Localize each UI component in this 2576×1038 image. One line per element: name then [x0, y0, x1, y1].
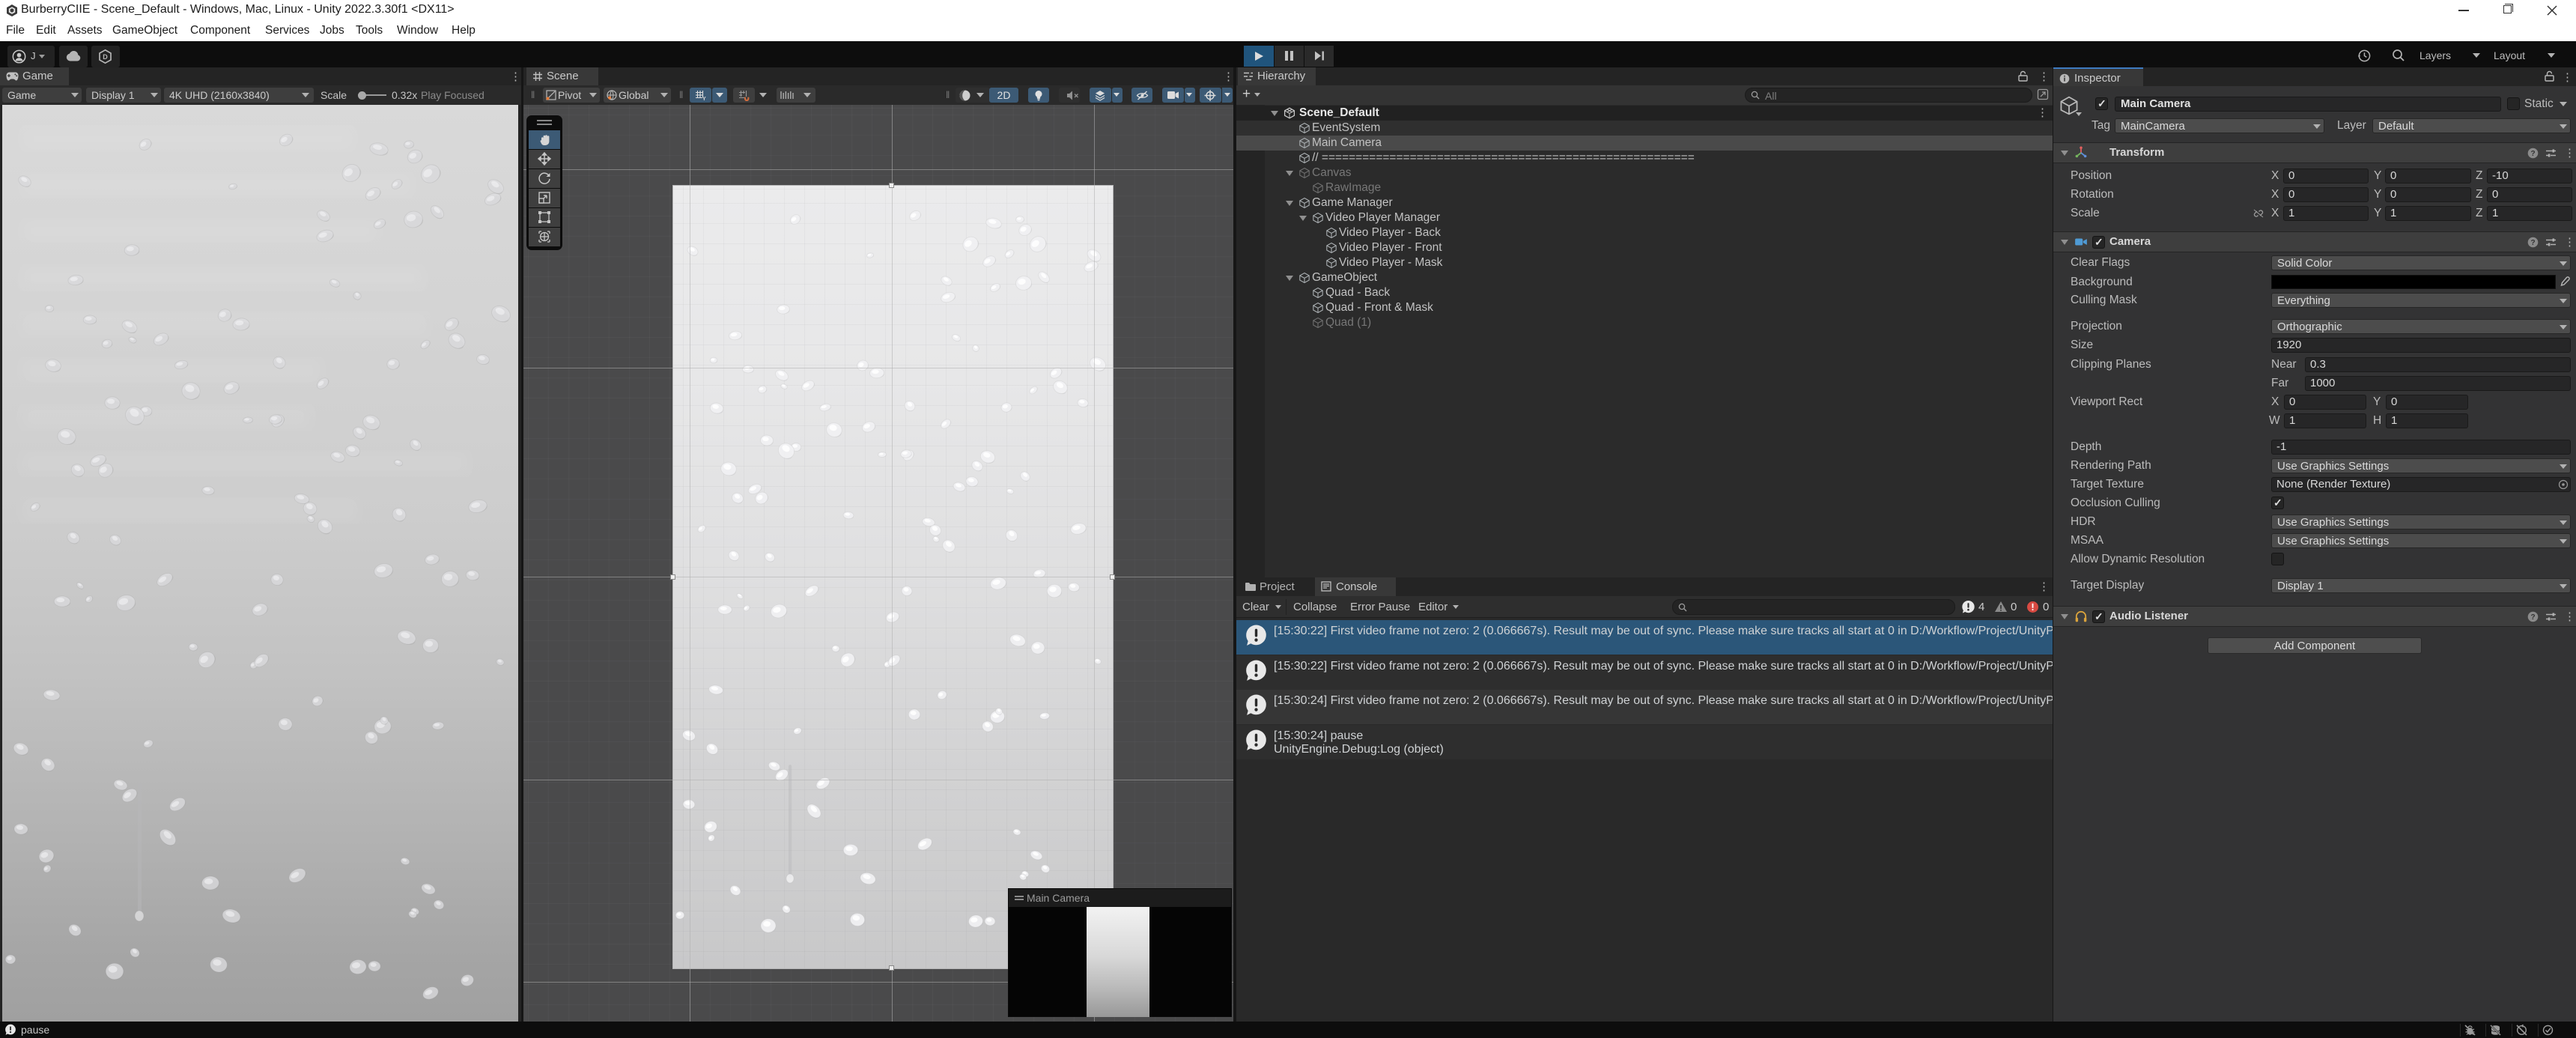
svg-text:?: ? — [2530, 150, 2535, 158]
svg-text:?: ? — [2530, 613, 2535, 622]
svg-text:Y: Y — [702, 97, 706, 101]
svg-text:D: D — [103, 53, 108, 61]
svg-text:?: ? — [2530, 239, 2535, 247]
